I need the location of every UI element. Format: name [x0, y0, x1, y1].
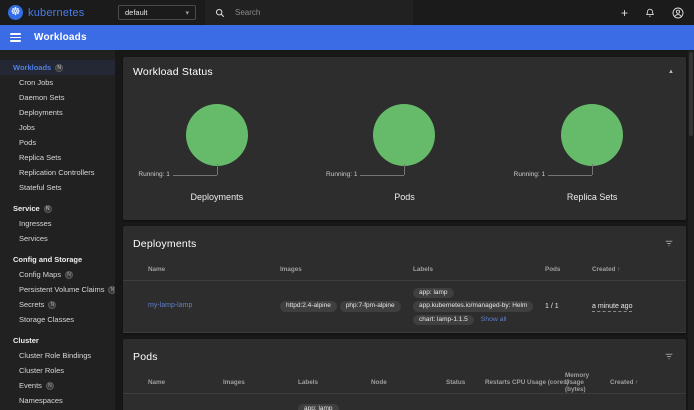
deployments-table-header: Name Images Labels Pods Created ↑	[123, 259, 686, 281]
deployments-title: Deployments	[133, 238, 196, 250]
brand[interactable]: ☸ kubernetes	[0, 5, 84, 20]
col-labels: Labels	[298, 379, 371, 386]
chevron-down-icon: ▾	[185, 9, 189, 17]
col-node: Node	[371, 379, 446, 386]
col-status: Status	[446, 379, 485, 386]
chart-title: Pods	[394, 192, 415, 202]
sidebar-item-config-maps[interactable]: Config Maps N	[0, 267, 115, 282]
label-chip: app.kubernetes.io/managed-by: Helm	[413, 301, 533, 312]
sidebar-item-pods[interactable]: Pods	[0, 135, 115, 150]
workload-status-card: Workload Status ▲ Running: 1 Deployments	[123, 57, 686, 220]
create-resource-button[interactable]: +	[621, 7, 628, 19]
chart-annotation: Running: 1	[138, 171, 169, 178]
col-restarts: Restarts	[485, 379, 512, 386]
col-images: Images	[223, 379, 298, 386]
label-chip: chart: lamp-1.1.5	[413, 315, 474, 326]
pods-table-header: Name Images Labels Node Status Restarts …	[123, 372, 686, 394]
sort-asc-icon: ↑	[617, 266, 620, 273]
sidebar-item-replication-controllers[interactable]: Replication Controllers	[0, 165, 115, 180]
deployment-name-link[interactable]: my-lamp-lamp	[148, 302, 192, 309]
col-created[interactable]: Created ↑	[592, 266, 676, 273]
chart-title: Deployments	[191, 192, 244, 202]
pie-running-deployments[interactable]	[186, 104, 248, 166]
sidebar-item-ingresses[interactable]: Ingresses	[0, 216, 115, 231]
col-memory: Memory Usage (bytes)	[565, 372, 610, 393]
sidebar-item-stateful-sets[interactable]: Stateful Sets	[0, 180, 115, 195]
workload-status-title: Workload Status	[133, 66, 213, 78]
search-input[interactable]	[235, 8, 385, 17]
sidebar-nav: Workloads N Cron Jobs Daemon Sets Deploy…	[0, 50, 115, 410]
pod-row: my-lamp-lamp-5fd985cf68-jwvz4 httpd:2.4-…	[123, 394, 686, 410]
namespaced-icon: N	[44, 205, 52, 213]
user-avatar-icon[interactable]	[672, 7, 684, 19]
filter-icon[interactable]	[664, 235, 674, 253]
pie-running-replica-sets[interactable]	[561, 104, 623, 166]
chart-annotation: Running: 1	[326, 171, 357, 178]
col-images: Images	[280, 266, 413, 273]
col-name[interactable]: Name	[148, 266, 280, 273]
label-chip: app: lamp	[298, 404, 339, 410]
namespace-selected-value: default	[125, 8, 148, 17]
top-actions: +	[621, 0, 688, 25]
deployments-pie-chart: Running: 1 Deployments	[123, 104, 311, 202]
pods-title: Pods	[133, 351, 158, 363]
main-content: Workload Status ▲ Running: 1 Deployments	[115, 50, 694, 410]
menu-icon[interactable]	[10, 33, 21, 42]
replica-sets-pie-chart: Running: 1 Replica Sets	[498, 104, 686, 202]
sidebar-item-cron-jobs[interactable]: Cron Jobs	[0, 75, 115, 90]
kubernetes-logo-icon: ☸	[8, 5, 23, 20]
col-labels: Labels	[413, 266, 545, 273]
pie-running-pods[interactable]	[373, 104, 435, 166]
sidebar-item-cluster-roles[interactable]: Cluster Roles	[0, 363, 115, 378]
namespaced-icon: N	[46, 382, 54, 390]
namespaced-icon: N	[48, 301, 56, 309]
deployment-row: my-lamp-lamp httpd:2.4-alpinephp:7-fpm-a…	[123, 281, 686, 333]
chart-annotation: Running: 1	[514, 171, 545, 178]
sidebar-item-config-and-storage[interactable]: Config and Storage	[0, 252, 115, 267]
image-chip: httpd:2.4-alpine	[280, 301, 337, 312]
scrollbar[interactable]	[688, 50, 694, 410]
chart-title: Replica Sets	[567, 192, 618, 202]
sidebar-item-cluster-role-bindings[interactable]: Cluster Role Bindings	[0, 348, 115, 363]
show-all-link[interactable]: Show all	[481, 316, 507, 323]
sidebar-item-replica-sets[interactable]: Replica Sets	[0, 150, 115, 165]
sidebar-item-storage-classes[interactable]: Storage Classes	[0, 312, 115, 327]
sidebar-item-workloads[interactable]: Workloads N	[0, 60, 115, 75]
sidebar-item-cluster[interactable]: Cluster	[0, 333, 115, 348]
col-cpu: CPU Usage (cores)	[512, 379, 565, 386]
brand-name: kubernetes	[28, 7, 84, 19]
sort-asc-icon: ↑	[635, 379, 638, 386]
sidebar-item-secrets[interactable]: Secrets N	[0, 297, 115, 312]
namespace-selector[interactable]: default ▾	[118, 5, 196, 20]
pods-card: Pods Name Images Labels Node Status Rest…	[123, 339, 686, 410]
sidebar-item-events[interactable]: Events N	[0, 378, 115, 393]
sidebar-item-services[interactable]: Services	[0, 231, 115, 246]
sidebar-item-service[interactable]: Service N	[0, 201, 115, 216]
sidebar-item-deployments[interactable]: Deployments	[0, 105, 115, 120]
sidebar-item-jobs[interactable]: Jobs	[0, 120, 115, 135]
pods-count: 1 / 1	[545, 303, 592, 310]
filter-icon[interactable]	[664, 348, 674, 366]
top-bar: ☸ kubernetes default ▾ +	[0, 0, 694, 25]
image-chip: php:7-fpm-alpine	[340, 301, 401, 312]
search-box[interactable]	[205, 0, 413, 25]
search-icon	[215, 8, 225, 18]
col-name[interactable]: Name	[148, 379, 223, 386]
collapse-icon[interactable]: ▲	[668, 69, 674, 75]
sidebar-item-namespaces[interactable]: Namespaces	[0, 393, 115, 408]
created-timestamp[interactable]: a minute ago	[592, 303, 632, 312]
namespaced-icon: N	[65, 271, 73, 279]
app-bar: Workloads	[0, 25, 694, 50]
pods-pie-chart: Running: 1 Pods	[311, 104, 499, 202]
sidebar-item-daemon-sets[interactable]: Daemon Sets	[0, 90, 115, 105]
label-chip: app: lamp	[413, 288, 454, 299]
col-created[interactable]: Created ↑	[610, 379, 676, 386]
page-title: Workloads	[34, 32, 87, 43]
sidebar-item-persistent-volume-claims[interactable]: Persistent Volume Claims N	[0, 282, 115, 297]
namespaced-icon: N	[55, 64, 63, 72]
col-pods: Pods	[545, 266, 592, 273]
notifications-bell-icon[interactable]	[645, 7, 655, 18]
deployments-card: Deployments Name Images Labels Pods Crea…	[123, 226, 686, 333]
